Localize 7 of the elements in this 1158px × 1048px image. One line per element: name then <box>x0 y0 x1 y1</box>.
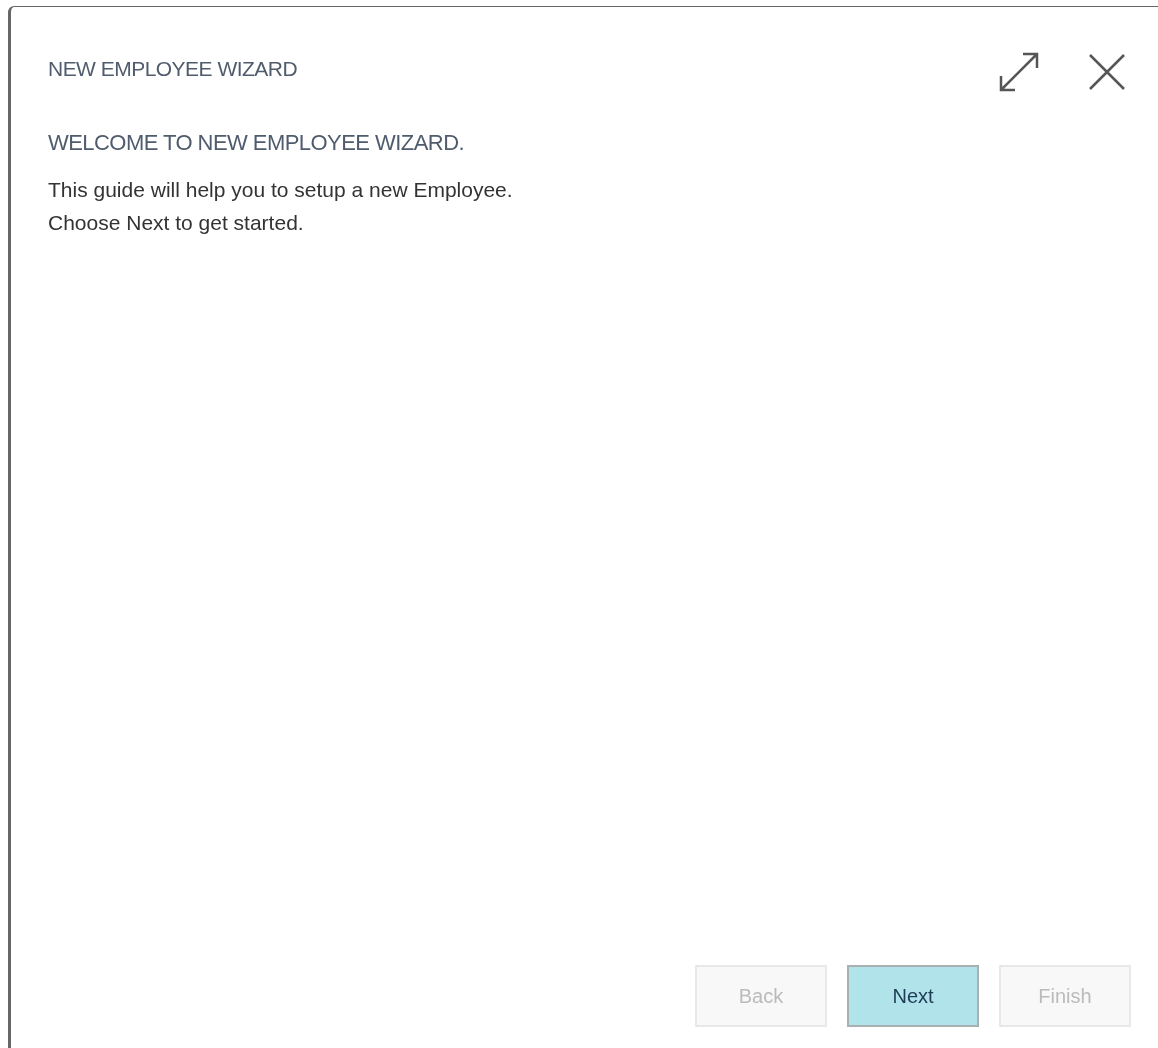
dialog-title: NEW EMPLOYEE WIZARD <box>48 56 298 82</box>
intro-text: Choose Next to get started. <box>48 210 305 236</box>
close-icon[interactable] <box>1088 53 1126 91</box>
intro-text: This guide will help you to setup a new Employee. <box>48 177 514 203</box>
expand-icon[interactable] <box>998 51 1040 93</box>
step-heading: WELCOME TO NEW EMPLOYEE WIZARD. <box>48 129 466 157</box>
next-button[interactable]: Next <box>847 965 979 1027</box>
